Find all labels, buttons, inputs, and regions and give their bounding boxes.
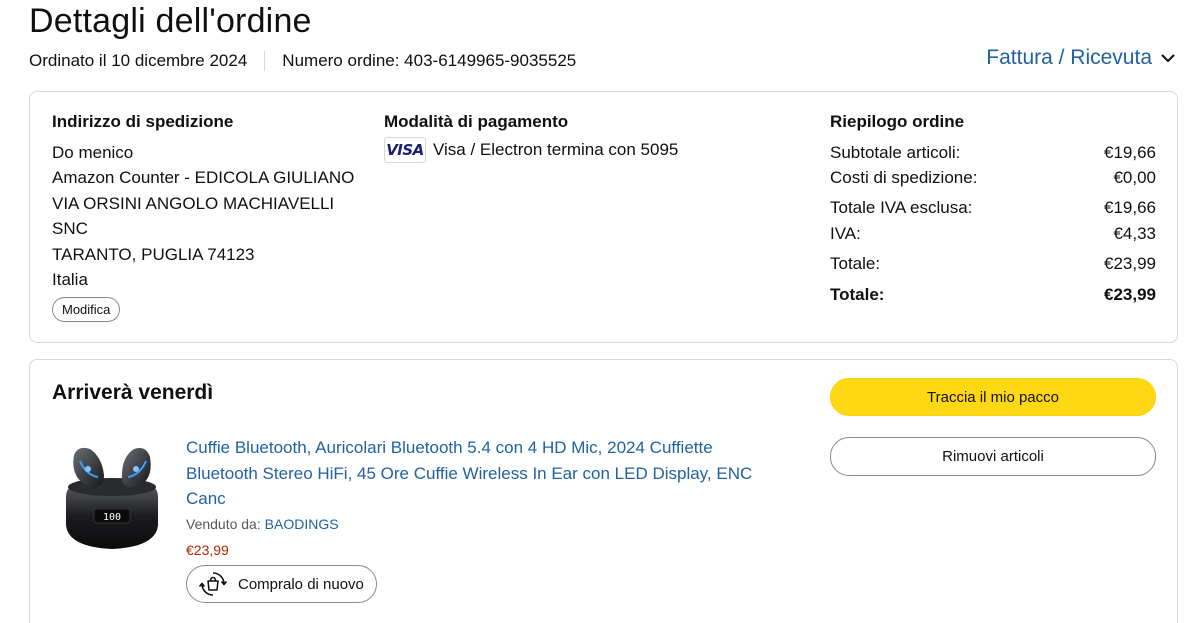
buy-again-label: Compralo di nuovo xyxy=(238,575,364,593)
summary-label: IVA: xyxy=(830,223,861,243)
summary-value: €0,00 xyxy=(1113,168,1156,188)
summary-label: Totale IVA esclusa: xyxy=(830,198,973,218)
delivery-heading: Arriverà venerdì xyxy=(52,381,214,404)
summary-row-subtotal: Subtotale articoli: €19,66 xyxy=(830,140,1156,165)
seller-link[interactable]: BAODINGS xyxy=(265,516,339,532)
invoice-link-label: Fattura / Ricevuta xyxy=(986,46,1152,69)
summary-value: €4,33 xyxy=(1113,223,1156,243)
address-line: SNC xyxy=(52,219,88,239)
summary-row-shipping: Costi di spedizione: €0,00 xyxy=(830,165,1156,190)
product-title-link[interactable]: Cuffie Bluetooth, Auricolari Bluetooth 5… xyxy=(186,435,776,512)
summary-value: €19,66 xyxy=(1104,198,1156,218)
track-package-button[interactable]: Traccia il mio pacco xyxy=(830,378,1156,416)
shipping-heading: Indirizzo di spedizione xyxy=(52,112,234,131)
summary-row-total: Totale: €23,99 xyxy=(830,252,1156,277)
order-number: Numero ordine: 403-6149965-9035525 xyxy=(282,51,577,70)
summary-value: €19,66 xyxy=(1104,142,1156,162)
summary-value: €23,99 xyxy=(1104,284,1156,304)
buy-again-icon xyxy=(198,572,228,596)
order-meta: Ordinato il 10 dicembre 2024 Numero ordi… xyxy=(29,51,576,71)
order-date: Ordinato il 10 dicembre 2024 xyxy=(29,51,248,70)
summary-heading: Riepilogo ordine xyxy=(830,112,965,131)
summary-row-net: Totale IVA esclusa: €19,66 xyxy=(830,196,1156,221)
page-title: Dettagli dell'ordine xyxy=(29,2,312,40)
summary-label: Totale: xyxy=(830,284,885,304)
summary-value: €23,99 xyxy=(1104,254,1156,274)
sold-by: Venduto da: BAODINGS xyxy=(186,516,339,532)
meta-divider xyxy=(264,51,266,71)
chevron-down-icon xyxy=(1161,54,1175,62)
order-info-card: Indirizzo di spedizione Do menico Amazon… xyxy=(29,91,1178,343)
address-line: VIA ORSINI ANGOLO MACHIAVELLI xyxy=(52,193,335,213)
address-line: TARANTO, PUGLIA 74123 xyxy=(52,244,255,264)
svg-text:100: 100 xyxy=(103,512,121,523)
address-line: Amazon Counter - EDICOLA GIULIANO xyxy=(52,168,355,188)
product-image[interactable]: 100 xyxy=(60,435,164,555)
item-price: €23,99 xyxy=(186,542,229,558)
summary-row-grand-total: Totale: €23,99 xyxy=(830,282,1156,307)
address-line: Do menico xyxy=(52,143,134,162)
buy-again-button[interactable]: Compralo di nuovo xyxy=(186,565,377,603)
invoice-dropdown[interactable]: Fattura / Ricevuta xyxy=(986,46,1176,70)
edit-address-button[interactable]: Modifica xyxy=(52,297,121,322)
sold-by-label: Venduto da: xyxy=(186,516,265,532)
summary-label: Totale: xyxy=(830,254,881,274)
remove-items-button[interactable]: Rimuovi articoli xyxy=(830,437,1156,476)
address-line: Italia xyxy=(52,270,88,290)
shipping-address: Do menico Amazon Counter - EDICOLA GIULI… xyxy=(52,140,354,292)
summary-label: Subtotale articoli: xyxy=(830,142,961,162)
payment-method: VISA Visa / Electron termina con 5095 xyxy=(384,137,678,163)
visa-card-icon: VISA xyxy=(384,137,426,163)
order-summary: Subtotale articoli: €19,66 Costi di sped… xyxy=(830,140,1156,307)
summary-label: Costi di spedizione: xyxy=(830,168,978,188)
payment-card-text: Visa / Electron termina con 5095 xyxy=(433,140,679,159)
shipment-card: Arriverà venerdì 100 Cuffie Bluetooth, A… xyxy=(29,359,1178,623)
summary-row-vat: IVA: €4,33 xyxy=(830,221,1156,246)
order-details-page: Dettagli dell'ordine Ordinato il 10 dice… xyxy=(0,0,1196,623)
payment-heading: Modalità di pagamento xyxy=(384,112,569,131)
